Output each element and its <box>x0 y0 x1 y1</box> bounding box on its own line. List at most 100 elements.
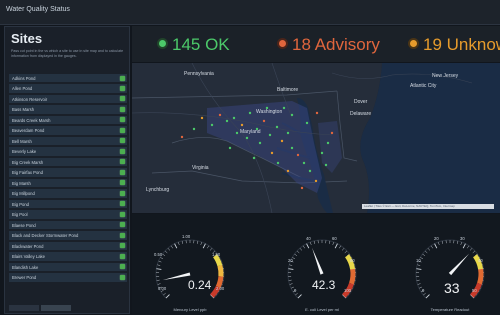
gauge-tick: 50 <box>472 288 477 293</box>
site-name: Brewer Pond <box>12 275 37 281</box>
gauge-tick-mark <box>289 264 293 266</box>
site-list-item[interactable]: Big Pond <box>9 199 127 210</box>
gauge-color-band <box>477 268 484 285</box>
gauge-tick-mark <box>425 294 430 299</box>
gauge-tick-mark <box>417 264 421 266</box>
site-list-item[interactable]: Brewer Pond <box>9 273 127 283</box>
gauge-tick-mark <box>462 243 466 249</box>
gauge-tick-mark <box>294 253 298 256</box>
gauge-tick-mark <box>457 240 459 244</box>
gauge-tick-mark <box>438 242 440 245</box>
map-attribution[interactable]: Leaflet | Tiles © Esri — Esri, DeLorme, … <box>362 204 494 209</box>
gauge-tick-mark <box>332 242 334 245</box>
site-list-item[interactable]: Atkinson Reservoir <box>9 94 127 105</box>
sidebar-footer <box>9 305 127 311</box>
site-name: Big Pool <box>12 212 28 218</box>
site-list-item[interactable]: Blackwater Pond <box>9 241 127 252</box>
gauge-tick-mark <box>181 240 183 244</box>
site-map[interactable]: Pennsylvania Baltimore Washington Dover … <box>132 63 500 213</box>
map-label: Lynchburg <box>146 187 170 193</box>
status-indicator-icon <box>120 222 125 228</box>
site-list-item[interactable]: Bass Marsh <box>9 105 127 115</box>
map-label: Pennsylvania <box>184 71 214 77</box>
gauge-tick-mark <box>422 253 426 256</box>
status-indicator-icon <box>120 127 125 133</box>
gauge-tick-mark <box>427 248 431 251</box>
gauge-dial <box>287 239 357 299</box>
site-list-item[interactable]: Bell Marsh <box>9 136 127 147</box>
status-indicator-icon <box>120 159 125 165</box>
status-advisory: 18 Advisory <box>279 35 380 55</box>
gauge-tick-mark <box>329 240 331 244</box>
site-list: Adkins Pond Allen Pond Atkinson Reservoir B… <box>9 74 127 284</box>
site-name: Allen Pond <box>12 86 33 92</box>
gauge-tick: 100 <box>344 288 351 293</box>
site-list-item[interactable]: Blandish Lake <box>9 262 127 273</box>
gauge-tick-mark <box>313 240 315 244</box>
site-list-item[interactable]: Big Fairfax Pond <box>9 168 127 178</box>
gauge-tick-mark <box>310 242 312 245</box>
site-list-item[interactable]: Big Marsh <box>9 178 127 189</box>
status-indicator-icon <box>120 85 125 91</box>
site-list-item[interactable]: Adkins Pond <box>9 74 127 84</box>
site-list-item[interactable]: Allen Pond <box>9 84 127 94</box>
gauge-tick-mark <box>157 283 161 285</box>
site-list-item[interactable]: Big Pool <box>9 210 127 220</box>
gauge-needle <box>312 247 324 275</box>
gauge-tick-mark <box>167 248 171 251</box>
unknown-dot-icon <box>410 40 417 48</box>
gauge-tick-mark <box>162 253 166 256</box>
map-label: Maryland <box>240 129 261 135</box>
status-indicator-icon <box>120 75 125 81</box>
site-name: Big Millpond <box>12 191 35 197</box>
site-name: Bell Marsh <box>12 138 32 144</box>
gauge-tick-mark <box>339 245 342 249</box>
gauge-tick-mark <box>334 243 338 249</box>
advisory-dot-icon <box>279 40 286 48</box>
gauge-tick: 10 <box>416 258 421 263</box>
site-list-item[interactable]: Big Creek Marsh <box>9 157 127 168</box>
gauge-tick-mark <box>434 243 438 249</box>
footer-tab-1[interactable] <box>9 305 39 311</box>
site-list-item[interactable]: Beards Creek Marsh <box>9 115 127 126</box>
site-list-item[interactable]: Blaese Pond <box>9 220 127 231</box>
sites-description: Pass cut point in the vs which a site to… <box>11 49 124 58</box>
status-indicator-icon <box>120 243 125 249</box>
gauge-needle <box>448 253 470 276</box>
map-canvas[interactable] <box>132 63 500 213</box>
gauge-tick-mark <box>288 279 292 281</box>
gauge-tick-mark <box>165 294 170 299</box>
gauge-tick: 30 <box>460 236 465 241</box>
site-list-item[interactable]: Blairs Valley Lake <box>9 252 127 262</box>
gauge-tick-mark <box>417 283 421 285</box>
site-list-item[interactable]: Beaverdam Pond <box>9 126 127 136</box>
gauge-label: E. coli Level per ml <box>305 307 339 312</box>
status-indicator-icon <box>120 180 125 186</box>
gauge-tick: 20 <box>288 258 293 263</box>
gauge-tick: 40 <box>478 258 483 263</box>
gauge-tick-mark <box>174 243 178 249</box>
status-summary-bar: 145 OK 18 Advisory 19 Unknown <box>132 26 500 62</box>
site-name: Bass Marsh <box>12 107 35 113</box>
site-list-item[interactable]: Big Millpond <box>9 189 127 199</box>
gauge-lead: 0 20 40 60 80 100 42.3 E. coli Level per… <box>272 222 372 315</box>
sites-sidebar: Sites Pass cut point in the vs which a s… <box>4 26 130 314</box>
gauge-tick-mark <box>207 245 210 249</box>
site-name: Blackwater Pond <box>12 243 44 249</box>
gauge-tick-mark <box>472 250 476 254</box>
gauge-tick-mark <box>158 260 162 263</box>
gauge-tick-mark <box>441 240 443 244</box>
site-list-item[interactable]: Beverly Lake <box>9 147 127 157</box>
status-indicator-icon <box>120 201 125 207</box>
gauge-tick: 0 <box>294 288 297 293</box>
site-name: Beards Creek Marsh <box>12 117 51 123</box>
gauge-color-band <box>217 264 224 277</box>
gauge-tick-mark <box>197 240 199 244</box>
site-name: Blandish Lake <box>12 264 39 270</box>
gauge-tick-mark <box>295 293 298 296</box>
status-indicator-icon <box>120 148 125 154</box>
status-indicator-icon <box>120 138 125 144</box>
site-list-item[interactable]: Black and Decker Stormwater Pond <box>9 231 127 241</box>
site-name: Atkinson Reservoir <box>12 96 48 102</box>
footer-tab-2[interactable] <box>41 305 71 311</box>
